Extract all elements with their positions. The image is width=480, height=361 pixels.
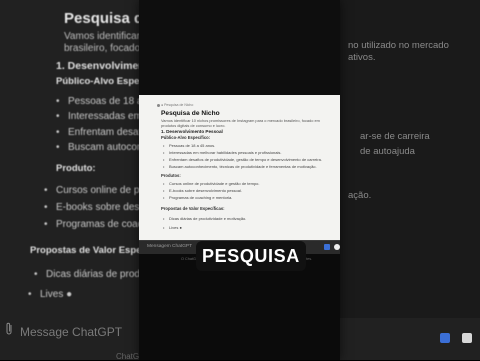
bg-right-snippet: ação.	[348, 190, 372, 201]
panel-produto: Programas de coaching e mentoria.	[163, 195, 232, 200]
bg-right-snippet: ativos.	[348, 52, 376, 63]
bg-produtos-label: Produto:	[56, 163, 96, 174]
panel-top-meta: ● Pesquisa de Nicho	[161, 103, 194, 107]
bg-produto: Cursos online de pro	[44, 185, 148, 196]
panel-message-input[interactable]: Mensagem ChatGPT	[147, 244, 192, 249]
bg-produto: E-books sobre desen	[44, 202, 150, 213]
bg-propostas-label: Propostas de Valor Especi	[30, 245, 150, 256]
panel-subhead: Público-Alvo Específico:	[161, 135, 211, 140]
bg-item: Enfrentam desafio	[56, 127, 149, 138]
panel-intro: Vamos identificar 10 nichos promissores …	[161, 118, 320, 128]
panel-produtos-label: Produtos:	[161, 173, 181, 178]
panel-propostas-label: Propostas de Valor Específicas:	[161, 206, 225, 211]
panel-produto: E-books sobre desenvolvimento pessoal.	[163, 188, 242, 193]
bullet-dot-icon	[157, 104, 160, 107]
background-chat-right: no utilizado no mercado ativos. ar-se de…	[340, 0, 480, 360]
panel-dark-top	[139, 0, 340, 95]
panel-item: Enfrentam desafios de produtividade, ges…	[163, 157, 322, 162]
video-caption: PESQUISA	[196, 241, 306, 271]
paperclip-icon[interactable]	[4, 322, 14, 336]
bg-proposta: Dicas diárias de prod	[34, 269, 140, 280]
bg-right-snippet: de autoajuda	[360, 146, 415, 157]
bg-right-snippet: ar-se de carreira	[360, 131, 430, 142]
bg-message-input[interactable]: Message ChatGPT	[20, 325, 122, 339]
bg-proposta: Lives ●	[28, 289, 72, 300]
stop-icon[interactable]	[462, 333, 472, 343]
panel-item: Pessoas de 18 a 45 anos.	[163, 143, 215, 148]
bg-item: Interessadas em	[56, 111, 142, 122]
panel-section-1: 1. Desenvolvimento Pessoal	[161, 129, 223, 134]
panel-item: Buscam autoconhecimento, técnicas de pro…	[163, 164, 317, 169]
bg-section-1: 1. Desenvolvimen	[56, 60, 145, 72]
panel-proposta: Lives ●	[163, 225, 182, 230]
bg-right-snippet: no utilizado no mercado	[348, 40, 449, 51]
panel-item: Interessadas em melhorar habilidades pes…	[163, 150, 281, 155]
panel-send-icon[interactable]	[324, 244, 330, 250]
bg-produto: Programas de coach	[44, 219, 148, 230]
panel-stop-icon[interactable]	[334, 244, 340, 250]
panel-proposta: Dicas diárias de produtividade e motivaç…	[163, 216, 246, 221]
send-icon[interactable]	[440, 333, 450, 343]
panel-produto: Cursos online de produtividade e gestão …	[163, 181, 259, 186]
panel-title: Pesquisa de Nicho	[161, 110, 220, 117]
